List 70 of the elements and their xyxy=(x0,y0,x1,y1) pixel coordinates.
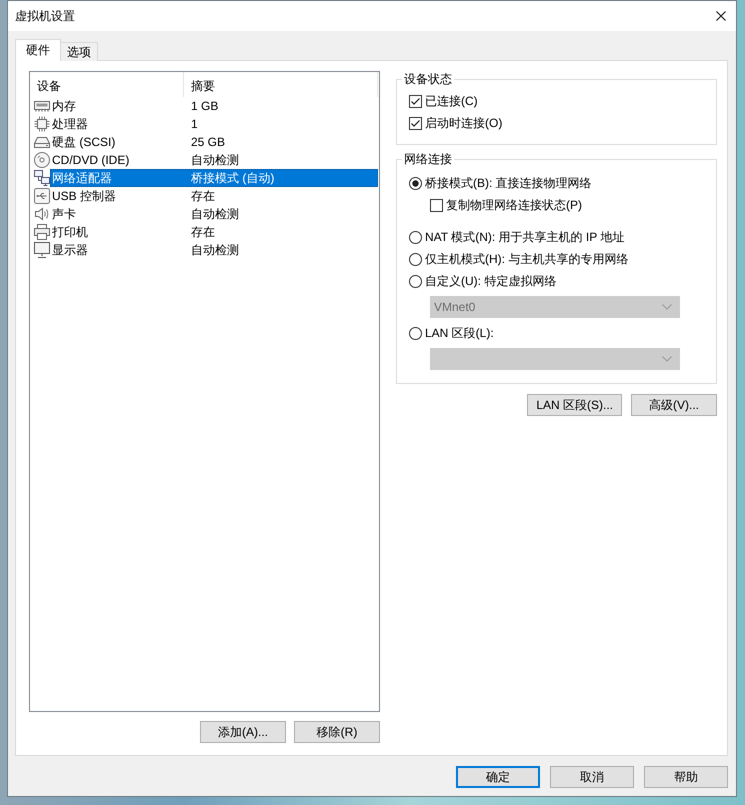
device-list-row[interactable]: 处理器 1 xyxy=(50,115,378,133)
dialog-button[interactable]: 确定 xyxy=(456,766,540,788)
device-list-row[interactable]: 打印机 存在 xyxy=(50,223,378,241)
column-header[interactable]: 设备 xyxy=(30,72,184,97)
chip-icon xyxy=(34,116,50,132)
radio-icon[interactable] xyxy=(409,274,422,288)
device-list-row[interactable]: CD/DVD (IDE) 自动检测 xyxy=(50,151,378,169)
radio-option[interactable]: 自定义(U): 特定虚拟网络 xyxy=(409,270,706,292)
monitor-icon xyxy=(34,242,50,258)
device-summary-cell-text: 1 GB xyxy=(190,99,218,113)
memory-module-icon xyxy=(34,98,50,114)
checkbox-icon[interactable] xyxy=(409,116,422,130)
device-summary-cell-text: 自动检测 xyxy=(190,206,239,222)
device-list-row[interactable]: 内存 1 GB xyxy=(50,97,378,115)
checkbox-option[interactable]: 启动时连接(O) xyxy=(409,112,706,134)
window-title: 虚拟机设置 xyxy=(15,8,75,24)
dropdown-value: VMnet0 xyxy=(434,300,476,314)
speaker-icon xyxy=(34,206,50,222)
device-name-cell-text: USB 控制器 xyxy=(51,188,118,204)
checkbox-icon[interactable] xyxy=(430,198,443,212)
device-name-cell-text: 打印机 xyxy=(51,224,89,240)
list-action-button[interactable]: 添加(A)... xyxy=(200,721,286,743)
chevron-down-icon xyxy=(662,304,672,310)
device-summary-cell-text: 25 GB xyxy=(190,135,226,149)
hard-drive-icon xyxy=(34,134,50,150)
radio-option[interactable]: 桥接模式(B): 直接连接物理网络 xyxy=(409,172,706,194)
radio-option[interactable]: LAN 区段(L): xyxy=(409,322,706,344)
device-list-row[interactable]: 网络适配器 桥接模式 (自动) xyxy=(50,169,378,187)
device-summary-cell-text: 桥接模式 (自动) xyxy=(190,170,274,186)
device-name-cell-text: 网络适配器 xyxy=(51,170,113,186)
device-summary-cell-text: 存在 xyxy=(190,188,215,204)
close-icon xyxy=(716,11,726,21)
network-action-button[interactable]: LAN 区段(S)... xyxy=(527,394,622,416)
radio-icon[interactable] xyxy=(409,252,422,266)
device-name-cell-text: 处理器 xyxy=(51,116,89,132)
device-list-row[interactable]: 声卡 自动检测 xyxy=(50,205,378,223)
device-name-cell-text: CD/DVD (IDE) xyxy=(51,153,130,167)
device-summary-cell-text: 自动检测 xyxy=(190,152,239,168)
device-list-row[interactable]: 显示器 自动检测 xyxy=(50,241,378,259)
device-summary-cell-text: 存在 xyxy=(190,224,215,240)
column-header[interactable]: 摘要 xyxy=(184,72,378,97)
checkbox-option[interactable]: 已连接(C) xyxy=(409,90,706,112)
tab[interactable]: 选项 xyxy=(60,42,98,61)
checkbox-option[interactable]: 复制物理网络连接状态(P) xyxy=(430,194,706,216)
device-name-cell-text: 显示器 xyxy=(51,242,89,258)
chevron-down-icon xyxy=(662,356,672,362)
radio-option[interactable]: NAT 模式(N): 用于共享主机的 IP 地址 xyxy=(409,226,706,248)
radio-icon[interactable] xyxy=(409,326,422,340)
group-title: 网络连接 xyxy=(403,152,453,167)
list-action-button[interactable]: 移除(R) xyxy=(294,721,380,743)
device-summary-cell-text: 自动检测 xyxy=(190,242,239,258)
network-action-button[interactable]: 高级(V)... xyxy=(631,394,717,416)
tab[interactable]: 硬件 xyxy=(15,39,61,61)
device-name-cell-text: 声卡 xyxy=(51,206,77,222)
device-name-cell-text: 内存 xyxy=(51,98,77,114)
dialog-button[interactable]: 帮助 xyxy=(644,766,728,788)
radio-icon[interactable] xyxy=(409,176,422,190)
dialog-button[interactable]: 取消 xyxy=(550,766,634,788)
checkbox-icon[interactable] xyxy=(409,94,422,108)
disc-icon xyxy=(34,152,50,168)
device-summary-cell-text: 1 xyxy=(190,117,198,131)
radio-option[interactable]: 仅主机模式(H): 与主机共享的专用网络 xyxy=(409,248,706,270)
device-list-row[interactable]: 硬盘 (SCSI) 25 GB xyxy=(50,133,378,151)
device-name-cell-text: 硬盘 (SCSI) xyxy=(51,134,116,150)
device-list-row[interactable]: USB 控制器 存在 xyxy=(50,187,378,205)
usb-port-icon xyxy=(34,188,50,204)
radio-icon[interactable] xyxy=(409,230,422,244)
network-computers-icon xyxy=(34,170,50,186)
printer-icon xyxy=(34,224,50,240)
group-title: 设备状态 xyxy=(403,72,453,87)
